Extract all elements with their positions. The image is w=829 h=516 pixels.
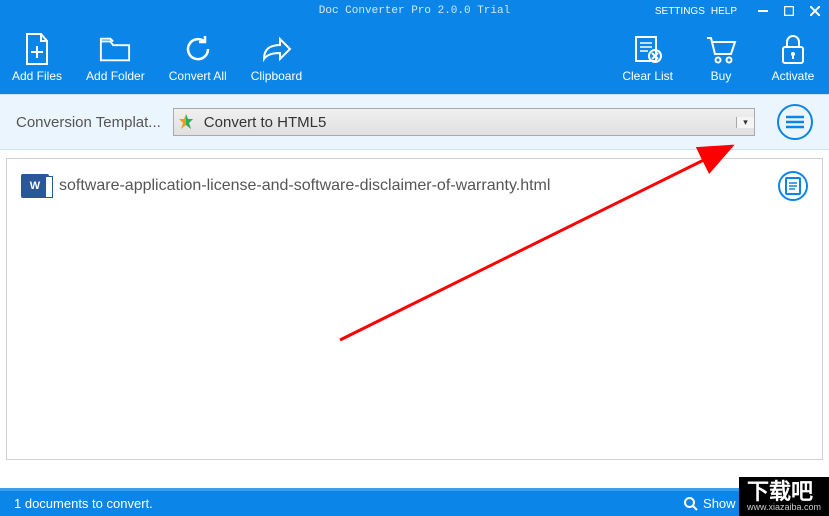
activate-label: Activate bbox=[772, 69, 815, 83]
file-action-button[interactable] bbox=[778, 171, 808, 201]
list-clear-icon bbox=[632, 33, 664, 65]
statusbar: 1 documents to convert. Show Log | Auto bbox=[0, 488, 829, 516]
lock-icon bbox=[777, 33, 809, 65]
titlebar: Doc Converter Pro 2.0.0 Trial SETTINGS H… bbox=[0, 0, 829, 22]
app-title: Doc Converter Pro 2.0.0 Trial bbox=[319, 5, 510, 17]
cart-icon bbox=[705, 33, 737, 65]
watermark-text: 下载吧 bbox=[747, 481, 821, 503]
share-arrow-icon bbox=[260, 33, 292, 65]
star-icon bbox=[174, 114, 198, 130]
watermark-url: www.xiazaiba.com bbox=[747, 503, 821, 512]
template-selected-text: Convert to HTML5 bbox=[198, 114, 736, 131]
folder-icon bbox=[99, 33, 131, 65]
buy-label: Buy bbox=[711, 69, 732, 83]
hamburger-icon bbox=[786, 115, 804, 129]
buy-button[interactable]: Buy bbox=[697, 33, 745, 83]
search-icon bbox=[684, 497, 698, 511]
file-name: software-application-license-and-softwar… bbox=[59, 177, 550, 195]
file-row[interactable]: W software-application-license-and-softw… bbox=[21, 171, 808, 201]
convert-all-button[interactable]: Convert All bbox=[169, 33, 227, 83]
clipboard-button[interactable]: Clipboard bbox=[251, 33, 302, 83]
status-count: 1 documents to convert. bbox=[14, 496, 153, 511]
add-files-label: Add Files bbox=[12, 69, 62, 83]
maximize-button[interactable] bbox=[783, 5, 795, 17]
word-document-icon: W bbox=[21, 174, 49, 198]
add-folder-label: Add Folder bbox=[86, 69, 145, 83]
file-list: W software-application-license-and-softw… bbox=[6, 158, 823, 460]
chevron-down-icon: ▾ bbox=[736, 117, 754, 128]
template-dropdown[interactable]: Convert to HTML5 ▾ bbox=[173, 108, 755, 136]
clear-list-label: Clear List bbox=[622, 69, 673, 83]
template-bar: Conversion Templat... Convert to HTML5 ▾ bbox=[0, 94, 829, 150]
template-label: Conversion Templat... bbox=[16, 114, 161, 131]
refresh-icon bbox=[182, 33, 214, 65]
document-icon bbox=[785, 177, 801, 195]
clipboard-label: Clipboard bbox=[251, 69, 302, 83]
help-link[interactable]: HELP bbox=[711, 6, 737, 17]
template-menu-button[interactable] bbox=[777, 104, 813, 140]
minimize-button[interactable] bbox=[757, 5, 769, 17]
activate-button[interactable]: Activate bbox=[769, 33, 817, 83]
add-files-button[interactable]: Add Files bbox=[12, 33, 62, 83]
close-button[interactable] bbox=[809, 5, 821, 17]
convert-all-label: Convert All bbox=[169, 69, 227, 83]
main-toolbar: Add Files Add Folder Convert All Clipboa… bbox=[0, 22, 829, 94]
settings-link[interactable]: SETTINGS bbox=[655, 6, 705, 17]
clear-list-button[interactable]: Clear List bbox=[622, 33, 673, 83]
watermark: 下载吧 www.xiazaiba.com bbox=[739, 477, 829, 516]
file-plus-icon bbox=[21, 33, 53, 65]
add-folder-button[interactable]: Add Folder bbox=[86, 33, 145, 83]
